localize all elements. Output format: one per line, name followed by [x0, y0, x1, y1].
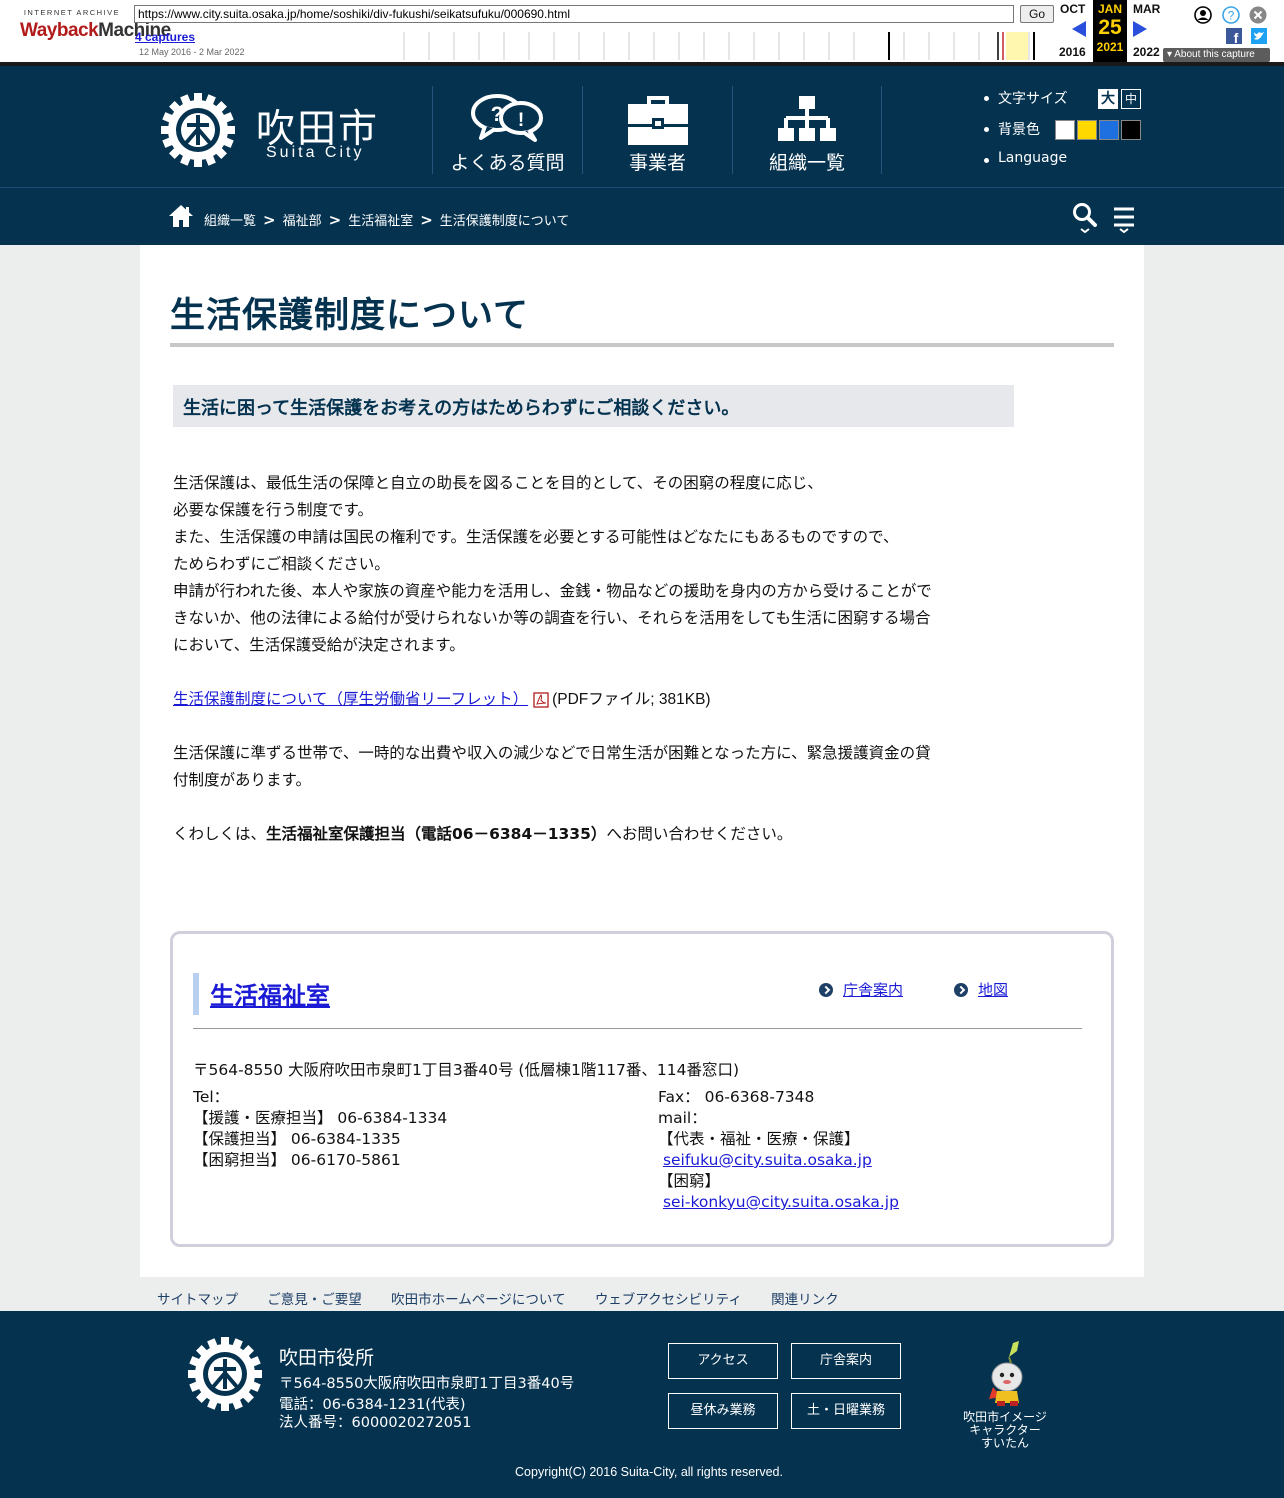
page-title: 生活保護制度について	[170, 296, 529, 336]
main-content: 生活保護制度について 生活に困って生活保護をお考えの方はためらわずにご相談くださ…	[140, 245, 1144, 1277]
mascot-suitan-icon[interactable]	[983, 1341, 1031, 1407]
wayback-next-year[interactable]: 2022	[1133, 45, 1160, 59]
wayback-date-range: 12 May 2016 - 2 Mar 2022	[139, 47, 245, 57]
breadcrumb-item[interactable]: 生活福祉室	[348, 214, 413, 229]
briefcase-icon	[627, 96, 688, 145]
wayback-go-button[interactable]: Go	[1020, 5, 1054, 23]
lunch-service-button[interactable]: 昼休み業務	[668, 1393, 778, 1429]
twitter-icon[interactable]	[1251, 28, 1267, 44]
bg-color-black-button[interactable]	[1121, 120, 1141, 140]
city-seal-icon	[188, 1337, 262, 1411]
help-icon[interactable]: ?	[1222, 6, 1240, 24]
site-footer: 吹田市役所 〒564-8550大阪府吹田市泉町1丁目3番40号 電話：06-63…	[0, 1311, 1284, 1498]
close-icon[interactable]	[1249, 6, 1267, 24]
org-chart-icon	[778, 96, 836, 141]
bg-color-blue-button[interactable]	[1099, 120, 1119, 140]
contact-title-accent	[193, 973, 199, 1015]
contact-fax-mail: Fax： 06-6368-7348 mail： 【代表・福祉・医療・保護】 se…	[658, 1088, 899, 1211]
bg-color-label: 背景色	[984, 119, 1040, 139]
footer-org-name: 吹田市役所	[279, 1347, 375, 1369]
section-heading: 生活に困って生活保護をお考えの方はためらわずにご相談ください。	[173, 385, 1014, 427]
wayback-current-date: JAN 25 2021	[1093, 0, 1127, 62]
nav-business[interactable]: 事業者	[582, 86, 732, 174]
site-header: 吹田市 Suita City ? ! よくある質問 事業者 組織一覧 文字サイズ…	[0, 66, 1284, 187]
home-icon[interactable]	[168, 204, 194, 228]
svg-text:!: !	[517, 110, 523, 131]
footer-address: 〒564-8550大阪府吹田市泉町1丁目3番40号	[279, 1376, 575, 1392]
facebook-icon[interactable]: f	[1226, 28, 1242, 44]
footer-link-accessibility[interactable]: ウェブアクセシビリティ	[595, 1292, 742, 1308]
wayback-url-input[interactable]: https://www.city.suita.osaka.jp/home/sos…	[134, 5, 1014, 23]
building-guide-button[interactable]: 庁舎案内	[791, 1343, 901, 1379]
svg-text:f: f	[1234, 30, 1239, 44]
contact-tel: Tel： 【援護・医療担当】 06-6384-1334 【保護担当】 06-63…	[193, 1088, 448, 1169]
loan-paragraph: 生活保護に準ずる世帯で、一時的な出費や収入の減少などで日常生活が困難となった方に…	[173, 744, 931, 789]
pdf-file-icon	[533, 691, 549, 708]
contact-address: 〒564-8550 大阪府吹田市泉町1丁目3番40号 (低層棟1階117番、11…	[193, 1061, 740, 1079]
footer-links: サイトマップ ご意見・ご要望 吹田市ホームページについて ウェブアクセシビリティ…	[157, 1288, 864, 1308]
wayback-next-month[interactable]: MAR	[1133, 2, 1160, 16]
font-size-large-button[interactable]: 大	[1098, 89, 1118, 109]
breadcrumb-item[interactable]: 福祉部	[283, 214, 322, 229]
leaflet-pdf-link[interactable]: 生活保護制度について（厚生労働省リーフレット）	[173, 690, 528, 708]
access-button[interactable]: アクセス	[668, 1343, 778, 1379]
email-link-main[interactable]: seifuku@city.suita.osaka.jp	[663, 1151, 872, 1169]
about-capture-dropdown[interactable]: ▾ About this capture	[1163, 48, 1270, 62]
email-link-konkyu[interactable]: sei-konkyu@city.suita.osaka.jp	[663, 1193, 899, 1211]
breadcrumb-item[interactable]: 組織一覧	[204, 214, 256, 229]
footer-link-about-site[interactable]: 吹田市ホームページについて	[391, 1292, 565, 1308]
footer-corp-number: 法人番号：6000020272051	[279, 1415, 472, 1431]
breadcrumb-current: 生活保護制度について	[439, 214, 570, 229]
map-link[interactable]: 地図	[954, 979, 1008, 1000]
nav-organization[interactable]: 組織一覧	[732, 86, 882, 174]
wayback-captures-link[interactable]: 4 captures	[135, 30, 195, 44]
mascot-caption: 吹田市イメージ キャラクター すいたん	[963, 1410, 1047, 1450]
language-link[interactable]: Language	[984, 150, 1067, 166]
user-account-icon[interactable]	[1194, 6, 1212, 24]
title-divider	[170, 343, 1114, 347]
wayback-prev-month[interactable]: OCT	[1060, 2, 1085, 16]
city-seal-icon[interactable]	[161, 93, 235, 167]
city-name-sub: Suita City	[266, 144, 365, 161]
bg-color-white-button[interactable]	[1055, 120, 1075, 140]
footer-link-sitemap[interactable]: サイトマップ	[157, 1292, 238, 1308]
inquiry-paragraph: くわしくは、生活福祉室保護担当（電話06－6384－1335）へお問い合わせくだ…	[173, 825, 793, 843]
footer-link-related[interactable]: 関連リンク	[771, 1292, 839, 1308]
wayback-next-arrow-icon[interactable]	[1133, 21, 1147, 37]
font-size-medium-button[interactable]: 中	[1121, 89, 1141, 109]
breadcrumb-bar: 組織一覧 > 福祉部 > 生活福祉室 > 生活保護制度について	[0, 187, 1284, 245]
building-guide-link[interactable]: 庁舎案内	[819, 979, 903, 1000]
wayback-toolbar: INTERNET ARCHIVE WaybackMachine https://…	[0, 0, 1284, 66]
contact-box: 生活福祉室 庁舎案内 地図 〒564-8550 大阪府吹田市泉町1丁目3番40号…	[170, 931, 1114, 1247]
wayback-prev-year[interactable]: 2016	[1059, 45, 1086, 59]
footer-link-feedback[interactable]: ご意見・ご要望	[267, 1292, 362, 1308]
font-size-label: 文字サイズ	[984, 88, 1068, 108]
wayback-capture-sparkline[interactable]	[378, 32, 1054, 60]
breadcrumb: 組織一覧 > 福祉部 > 生活福祉室 > 生活保護制度について	[204, 211, 570, 229]
wayback-logo[interactable]: INTERNET ARCHIVE WaybackMachine	[20, 8, 171, 54]
faq-bubbles-icon: ? !	[470, 94, 543, 142]
bg-color-yellow-button[interactable]	[1077, 120, 1097, 140]
copyright: Copyright(C) 2016 Suita-City, all rights…	[515, 1465, 783, 1479]
contact-divider	[193, 1028, 1082, 1029]
nav-faq[interactable]: ? ! よくある質問	[432, 86, 582, 174]
description-paragraph: 生活保護は、最低生活の保障と自立の助長を図ることを目的として、その困窮の程度に応…	[173, 474, 932, 654]
weekend-service-button[interactable]: 土・日曜業務	[791, 1393, 901, 1429]
menu-icon[interactable]	[1112, 207, 1136, 235]
wayback-prev-arrow-icon[interactable]	[1072, 21, 1086, 37]
svg-text:?: ?	[1228, 9, 1235, 23]
search-icon[interactable]	[1072, 202, 1098, 234]
office-link[interactable]: 生活福祉室	[210, 976, 330, 1011]
pdf-link-row: 生活保護制度について（厚生労働省リーフレット） (PDFファイル; 381KB)	[173, 690, 711, 708]
